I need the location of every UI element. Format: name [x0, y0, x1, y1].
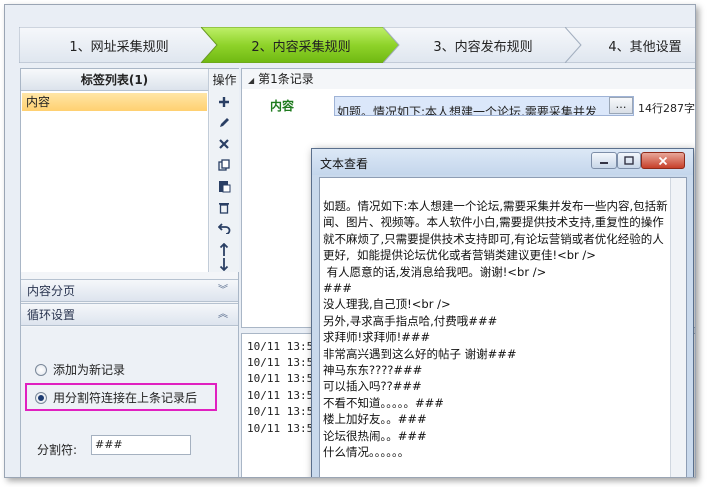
minimize-icon[interactable] [591, 152, 617, 169]
section-loop-label: 循环设置 [27, 308, 76, 322]
copy-icon[interactable] [215, 156, 233, 174]
section-paging[interactable]: 内容分页 ︾ [21, 279, 238, 302]
operations-title: 操作 [212, 73, 237, 87]
text-viewer-dialog: 文本查看 如题。情况如下:本人想建一个论坛,需要采集并发布一些内容,包括新闻、图… [311, 148, 694, 477]
vertical-scrollbar[interactable] [670, 178, 686, 477]
step-publish-rules[interactable]: 3、内容发布规则 [383, 27, 583, 63]
arrow-down-icon[interactable] [215, 255, 233, 273]
dialog-titlebar[interactable]: 文本查看 [312, 149, 693, 175]
radio-dot [38, 394, 44, 401]
step-url-rules[interactable]: 1、网址采集规则 [19, 27, 219, 63]
step-content-rules[interactable]: 2、内容采集规则 [201, 27, 401, 63]
log-entry: 10/11 13:50 [247, 356, 320, 369]
radio-unchecked[interactable] [35, 363, 47, 376]
plus-icon[interactable] [215, 93, 233, 111]
view-text-button[interactable]: … [609, 97, 633, 114]
option-append-record[interactable]: 用分割符连接在上条记录后 [35, 389, 197, 406]
dialog-text-area[interactable]: 如题。情况如下:本人想建一个论坛,需要采集并发布一些内容,包括新闻、图片、视频等… [319, 177, 687, 477]
field-name: 内容 [270, 99, 295, 113]
step-label: 4、其他设置 [608, 39, 682, 55]
tag-list-item[interactable]: 内容 [22, 93, 207, 111]
left-panel: 标签列表(1) 内容 操作 内容分页 ︾ 循环设置 ︽ 添加为新记录 用分割符连… [20, 68, 239, 477]
close-icon[interactable] [641, 152, 685, 169]
operations-toolbar: 操作 [210, 69, 239, 272]
chevron-double-up-icon: ︽ [218, 309, 228, 320]
tag-list-header: 标签列表(1) [21, 69, 208, 91]
section-loop[interactable]: 循环设置 ︽ [21, 303, 238, 326]
paste-icon[interactable] [215, 177, 233, 195]
wizard-steps: 1、网址采集规则 2、内容采集规则 3、内容发布规则 4、其他设置 [19, 27, 695, 63]
step-other-settings[interactable]: 4、其他设置 [565, 27, 695, 63]
record-title: 第1条记录 [258, 72, 314, 86]
log-entry: 10/11 13:50 [247, 422, 320, 435]
delete-x-icon[interactable] [215, 135, 233, 153]
section-paging-label: 内容分页 [27, 284, 76, 298]
radio-checked[interactable] [35, 391, 47, 404]
step-label: 1、网址采集规则 [69, 39, 169, 55]
log-entry: 10/11 13:50 [247, 340, 320, 353]
maximize-icon[interactable] [617, 152, 641, 169]
record-header[interactable]: ◢ 第1条记录 [242, 69, 695, 89]
chevron-double-down-icon: ︾ [218, 285, 228, 296]
expand-triangle-icon[interactable]: ◢ [248, 76, 254, 85]
dialog-text: 如题。情况如下:本人想建一个论坛,需要采集并发布一些内容,包括新闻、图片、视频等… [323, 199, 668, 460]
option-new-record-label: 添加为新记录 [53, 363, 126, 377]
log-entry: 10/11 13:50 [247, 389, 320, 402]
step-label: 2、内容采集规则 [251, 39, 351, 55]
field-stats: 14行287字 [638, 102, 695, 115]
field-value[interactable]: 如题。情况如下:本人想建一个论坛,需要采集并发 [334, 96, 634, 116]
separator-label: 分割符: [37, 443, 78, 457]
app-window: 1、网址采集规则 2、内容采集规则 3、内容发布规则 4、其他设置 标签列表(1… [4, 4, 696, 478]
dialog-title: 文本查看 [320, 157, 369, 171]
option-new-record[interactable]: 添加为新记录 [35, 361, 125, 378]
log-entry: 10/11 13:50 [247, 405, 320, 418]
log-entry: 10/11 13:50 [247, 372, 320, 385]
separator-input[interactable]: ### [91, 435, 191, 455]
trash-icon[interactable] [215, 198, 233, 216]
tag-list: 标签列表(1) 内容 [21, 69, 209, 272]
step-label: 3、内容发布规则 [433, 39, 533, 55]
option-append-record-label: 用分割符连接在上条记录后 [53, 391, 198, 405]
undo-icon[interactable] [215, 219, 233, 237]
pencil-icon[interactable] [215, 114, 233, 132]
field-value-text: 如题。情况如下:本人想建一个论坛,需要采集并发 [337, 105, 597, 116]
loop-settings: 添加为新记录 用分割符连接在上条记录后 分割符: ### [21, 327, 238, 477]
